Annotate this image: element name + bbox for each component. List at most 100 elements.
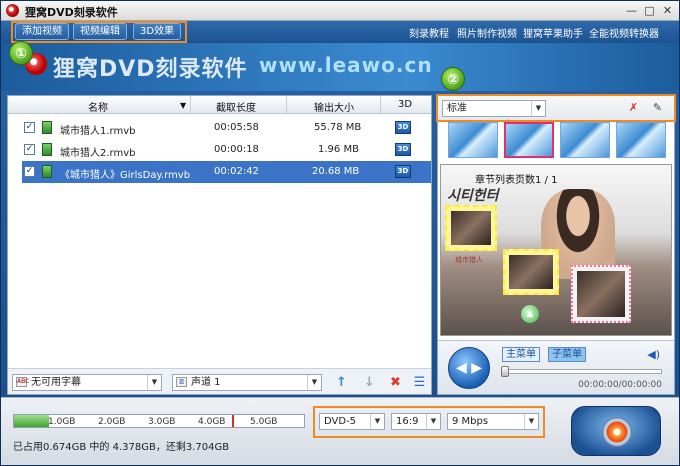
capacity-fill <box>14 415 49 427</box>
aspect-ratio-select[interactable]: 16:9 ▼ <box>391 413 441 430</box>
chapter-frame[interactable] <box>503 249 559 295</box>
table-row[interactable]: ✓ 城市猎人1.rmvb 00:05:58 55.78 MB 3D <box>8 117 431 139</box>
video-file-icon <box>42 165 52 178</box>
banner: 狸窝DVD刻录软件 www.leawo.cn <box>1 43 679 91</box>
app-window: 狸窝DVD刻录软件 — □ ✕ 添加视频 视频编辑 3D效果 刻录教程 照片制作… <box>0 0 680 466</box>
column-length[interactable]: 截取长度 <box>216 99 256 114</box>
step-one-badge: ① <box>9 41 33 65</box>
audio-track-icon: ▥ <box>176 377 187 387</box>
video-file-icon <box>42 143 52 156</box>
row-size: 20.68 MB <box>312 166 360 177</box>
audio-track-value: 声道 1 <box>191 377 221 388</box>
chevron-down-icon: ▼ <box>307 375 321 390</box>
row-name: 城市猎人1.rmvb <box>60 126 136 137</box>
bitrate-value: 9 Mbps <box>452 416 489 427</box>
row-checkbox[interactable]: ✓ <box>24 144 35 155</box>
subtitle-value: 无可用字幕 <box>31 377 81 388</box>
3d-toggle-icon[interactable]: 3D <box>395 165 411 178</box>
row-name: 《城市猎人》GirlsDay.rmvb <box>60 170 191 181</box>
video-converter-link[interactable]: 全能视频转换器 <box>589 25 659 40</box>
disc-capacity-bar: 1.0GB 2.0GB 3.0GB 4.0GB 5.0GB <box>13 414 305 428</box>
seek-handle[interactable] <box>501 366 509 377</box>
column-size[interactable]: 输出大小 <box>314 99 354 114</box>
audio-track-select[interactable]: ▥ 声道 1 ▼ <box>172 374 322 391</box>
3d-effect-button[interactable]: 3D效果 <box>133 23 182 40</box>
chapter-frame[interactable] <box>445 205 497 251</box>
row-size: 55.78 MB <box>314 122 362 133</box>
row-name: 城市猎人2.rmvb <box>60 148 136 159</box>
disc-type-select[interactable]: DVD-5 ▼ <box>319 413 385 430</box>
capacity-tick: 3.0GB <box>148 417 176 427</box>
row-checkbox[interactable]: ✓ <box>24 166 35 177</box>
submenu-tab[interactable]: 子菜单 <box>548 347 586 362</box>
aspect-ratio-value: 16:9 <box>396 416 419 427</box>
subtitle-icon: ABC <box>16 377 30 387</box>
file-list-panel: 名称 ▼ 截取长度 输出大小 3D ✓ 城市猎人1.rmvb 00:05:58 … <box>7 95 432 395</box>
3d-toggle-icon[interactable]: 3D <box>395 143 411 156</box>
list-controls-bar: ABC 无可用字幕 ▼ ▥ 声道 1 ▼ ↑ ↓ ✖ ☰ <box>8 368 431 394</box>
photo-video-link[interactable]: 照片制作视频 <box>457 25 517 40</box>
table-header: 名称 ▼ 截取长度 输出大小 3D <box>8 96 431 114</box>
navigation-pad-icon[interactable]: ◀ ▶ <box>448 347 490 389</box>
preview-play-icon[interactable]: ▲ <box>521 305 539 323</box>
row-length: 00:05:58 <box>214 122 259 133</box>
chevron-down-icon: ▼ <box>147 375 161 390</box>
move-down-icon[interactable]: ↓ <box>362 375 377 390</box>
step-two-badge: ② <box>441 67 465 91</box>
template-thumbnail[interactable] <box>448 122 498 158</box>
capacity-status: 已占用0.674GB 中的 4.378GB，还剩3.704GB <box>13 442 230 453</box>
row-checkbox[interactable]: ✓ <box>24 122 35 133</box>
minimize-button[interactable]: — <box>623 3 640 18</box>
chevron-down-icon: ▼ <box>426 414 440 429</box>
column-3d[interactable]: 3D <box>398 99 412 110</box>
3d-toggle-icon[interactable]: 3D <box>395 121 411 134</box>
template-highlight-box <box>436 94 676 122</box>
move-up-icon[interactable]: ↑ <box>334 375 349 390</box>
seek-slider[interactable] <box>501 366 662 377</box>
clear-list-icon[interactable]: ☰ <box>412 375 427 390</box>
row-length: 00:00:18 <box>214 144 259 155</box>
main-menu-tab[interactable]: 主菜单 <box>502 347 540 362</box>
chevron-down-icon: ▼ <box>370 414 384 429</box>
preview-player: ◀ ▶ 主菜单 子菜单 ◀) 00:00:00/00:00:00 <box>438 340 674 394</box>
window-title: 狸窝DVD刻录软件 <box>25 6 118 19</box>
delete-icon[interactable]: ✖ <box>388 375 403 390</box>
preview-page-title: 章节列表页数1 / 1 <box>475 175 558 186</box>
add-video-button[interactable]: 添加视频 <box>15 23 69 40</box>
column-name[interactable]: 名称 <box>88 99 108 114</box>
menu-preview: 章节列表页数1 / 1 시티헌터 城市猎人 ▲ <box>440 164 672 336</box>
menu-panel: 标准 ▼ ✗ ✎ 章节列表页数1 / 1 시티헌터 城市猎人 ▲ ◀ ▶ 主菜单… <box>436 94 676 395</box>
capacity-tick: 5.0GB <box>250 417 278 427</box>
row-size: 1.96 MB <box>318 144 359 155</box>
row-length: 00:02:42 <box>214 166 259 177</box>
video-file-icon <box>42 121 52 134</box>
apple-helper-link[interactable]: 狸窝苹果助手 <box>523 25 583 40</box>
footer: 1.0GB 2.0GB 3.0GB 4.0GB 5.0GB 已占用0.674GB… <box>1 397 679 465</box>
app-logo-icon <box>6 4 19 17</box>
maximize-button[interactable]: □ <box>641 3 658 18</box>
template-thumbnail-selected[interactable] <box>504 122 554 158</box>
capacity-limit-marker <box>232 415 234 427</box>
close-button[interactable]: ✕ <box>659 3 676 18</box>
title-bar: 狸窝DVD刻录软件 — □ ✕ <box>1 1 679 21</box>
capacity-tick: 1.0GB <box>48 417 76 427</box>
video-edit-button[interactable]: 视频编辑 <box>73 23 127 40</box>
burn-button[interactable] <box>571 406 661 456</box>
template-thumbnail[interactable] <box>616 122 666 158</box>
bitrate-select[interactable]: 9 Mbps ▼ <box>447 413 539 430</box>
subtitle-select[interactable]: ABC 无可用字幕 ▼ <box>12 374 162 391</box>
burn-tutorial-link[interactable]: 刻录教程 <box>409 25 449 40</box>
chapter-frame[interactable] <box>571 265 631 323</box>
preview-logo: 시티헌터 <box>447 188 499 204</box>
table-row-selected[interactable]: ✓ 《城市猎人》GirlsDay.rmvb 00:02:42 20.68 MB … <box>22 161 431 183</box>
chevron-down-icon: ▼ <box>524 414 538 429</box>
template-thumbnail[interactable] <box>560 122 610 158</box>
preview-caption: 城市猎人 <box>455 256 483 264</box>
disc-type-value: DVD-5 <box>324 416 357 427</box>
burn-disc-icon <box>602 417 632 447</box>
volume-icon[interactable]: ◀) <box>647 348 660 361</box>
table-row[interactable]: ✓ 城市猎人2.rmvb 00:00:18 1.96 MB 3D <box>8 139 431 161</box>
capacity-tick: 4.0GB <box>198 417 226 427</box>
sort-arrow-icon[interactable]: ▼ <box>180 101 186 110</box>
toolbar: 添加视频 视频编辑 3D效果 刻录教程 照片制作视频 狸窝苹果助手 全能视频转换… <box>1 21 679 43</box>
